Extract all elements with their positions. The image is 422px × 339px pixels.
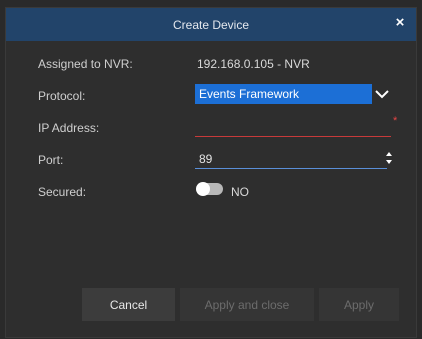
secured-state-text: NO	[231, 185, 249, 199]
secured-row: Secured: NO	[6, 180, 416, 204]
ip-address-input[interactable]	[195, 116, 391, 137]
port-label: Port:	[38, 153, 64, 167]
assigned-value: 192.168.0.105 - NVR	[197, 57, 310, 71]
protocol-label: Protocol:	[38, 89, 86, 103]
create-device-dialog: Create Device × Assigned to NVR: 192.168…	[5, 7, 417, 338]
secured-toggle[interactable]	[196, 182, 223, 196]
secured-label: Secured:	[38, 185, 87, 199]
chevron-down-icon[interactable]	[374, 86, 390, 102]
port-input[interactable]: 89	[195, 148, 387, 169]
protocol-selected-value: Events Framework	[199, 87, 300, 101]
protocol-select[interactable]: Events Framework	[195, 84, 372, 104]
spinner-arrows-icon[interactable]	[385, 150, 393, 166]
dialog-title: Create Device	[172, 17, 250, 32]
assigned-row: Assigned to NVR: 192.168.0.105 - NVR	[6, 52, 416, 76]
port-row: Port: 89	[6, 148, 416, 172]
assigned-label: Assigned to NVR:	[38, 57, 133, 71]
dialog-titlebar: Create Device ×	[6, 8, 416, 41]
required-marker: *	[393, 115, 398, 127]
cancel-button[interactable]: Cancel	[82, 288, 175, 321]
toggle-knob	[196, 182, 210, 196]
ip-address-row: IP Address: *	[6, 115, 416, 140]
close-icon[interactable]: ×	[392, 14, 408, 32]
protocol-row: Protocol: Events Framework	[6, 84, 416, 108]
ip-address-label: IP Address:	[38, 121, 100, 135]
apply-and-close-button[interactable]: Apply and close	[180, 288, 314, 321]
apply-button[interactable]: Apply	[319, 288, 399, 321]
